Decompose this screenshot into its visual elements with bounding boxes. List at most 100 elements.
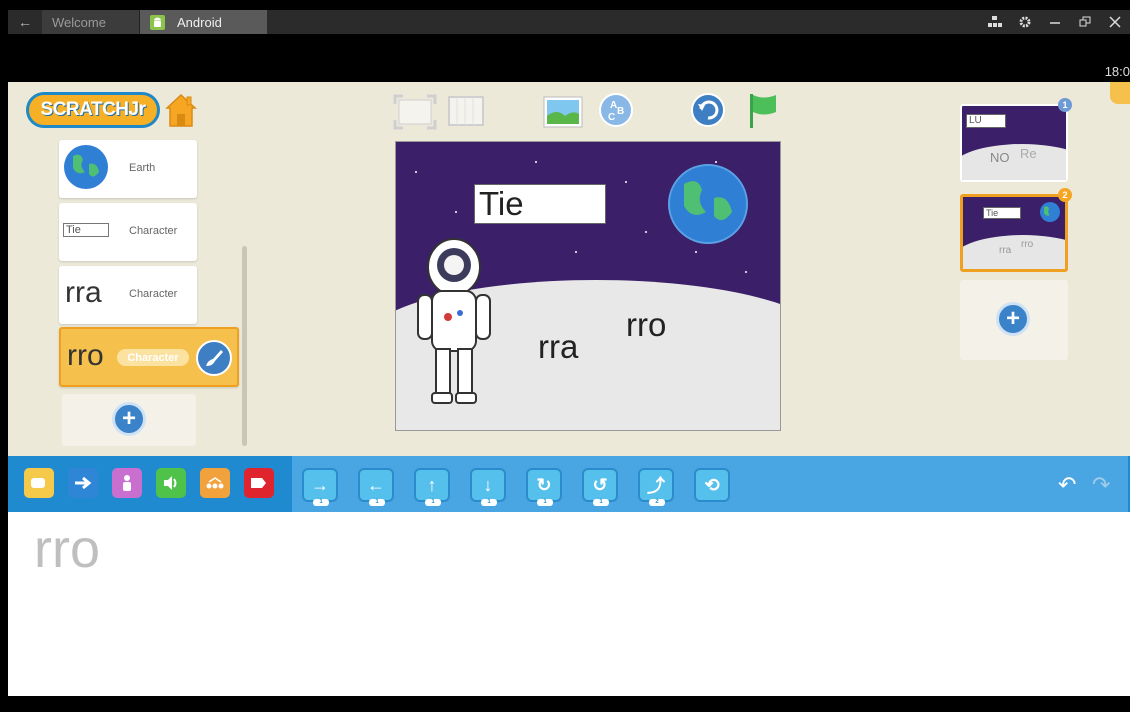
sprite-rro-label: Character <box>117 349 189 366</box>
turn-right-block[interactable]: ↻ 1 <box>526 468 562 506</box>
restore-icon[interactable] <box>1070 10 1100 34</box>
svg-text:B: B <box>617 106 624 117</box>
stage[interactable]: Tie rra rro <box>395 141 781 431</box>
add-sprite-button[interactable]: + <box>62 394 196 446</box>
move-left-count: 1 <box>369 499 385 506</box>
sprite-rro-selected[interactable]: rro Character <box>59 327 239 387</box>
move-down-block[interactable]: ↓ 1 <box>470 468 506 506</box>
page-2-text-rro: rro <box>1021 239 1034 250</box>
go-home-icon: ⟲ <box>704 474 720 495</box>
move-right-icon: → <box>311 474 329 495</box>
tab-android[interactable]: Android <box>140 10 267 34</box>
hop-icon: ⤴ <box>647 476 665 496</box>
page-number-1: 1 <box>1058 98 1072 112</box>
move-up-icon: ↑ <box>427 474 437 495</box>
stage-text-rra[interactable]: rra <box>538 328 578 366</box>
gear-icon[interactable] <box>1010 10 1040 34</box>
page-2-title: Tie <box>983 207 1021 219</box>
looks-category[interactable] <box>112 468 142 498</box>
page-2-moon <box>963 235 1065 269</box>
move-right-block[interactable]: → 1 <box>302 468 338 506</box>
script-sprite-name: rro <box>34 519 100 579</box>
move-down-icon: ↓ <box>483 474 493 495</box>
end-category[interactable] <box>244 468 274 498</box>
android-status-bar <box>8 34 1130 82</box>
redo-icon[interactable]: ↷ <box>1092 472 1110 498</box>
page-2-text-rra: rra <box>999 245 1012 256</box>
move-left-block[interactable]: ← 1 <box>358 468 394 506</box>
page-number-2: 2 <box>1058 188 1072 202</box>
page-1-moon <box>962 144 1066 180</box>
turn-right-count: 1 <box>537 499 553 506</box>
turn-left-icon: ↺ <box>592 474 608 495</box>
motion-category[interactable] <box>68 468 98 498</box>
screen: ← Welcome Android SCRATCHJr Earth Tie Ch… <box>0 0 1130 712</box>
move-up-block[interactable]: ↑ 1 <box>414 468 450 506</box>
grid-icon[interactable] <box>448 96 484 126</box>
scratchjr-logo: SCRATCHJr <box>26 92 160 128</box>
corner-tab[interactable] <box>1110 82 1130 104</box>
sound-category[interactable] <box>156 468 186 498</box>
scratchjr-app: SCRATCHJr Earth Tie Character rra Charac… <box>8 82 1130 696</box>
green-flag-icon[interactable] <box>746 92 780 130</box>
add-page-button[interactable]: + <box>960 280 1068 360</box>
move-up-count: 1 <box>425 499 441 506</box>
category-bar <box>8 456 290 512</box>
scripting-area[interactable]: rro <box>8 512 1130 696</box>
page-thumbnail-2-current[interactable]: Tie rra rro <box>960 194 1068 272</box>
astronaut-sprite[interactable] <box>408 237 500 407</box>
tab-welcome-label: Welcome <box>52 14 106 30</box>
stage-text-tie[interactable]: Tie <box>474 184 606 224</box>
back-icon[interactable]: ← <box>12 10 38 34</box>
change-background-icon[interactable] <box>543 96 583 128</box>
triggering-category[interactable] <box>24 468 54 498</box>
android-icon <box>150 14 165 30</box>
close-icon[interactable] <box>1100 10 1130 34</box>
sprite-earth-label: Earth <box>129 162 156 174</box>
sprite-tie-label: Character <box>129 225 178 237</box>
window-titlebar: ← Welcome Android <box>8 10 1130 34</box>
tab-android-label: Android <box>177 14 222 30</box>
turn-right-icon: ↻ <box>536 474 552 495</box>
hop-block[interactable]: ⤴ 2 <box>638 468 674 506</box>
status-clock: 18:0 <box>1104 64 1130 79</box>
sprite-list-scrollbar[interactable] <box>242 246 247 446</box>
move-right-count: 1 <box>313 499 329 506</box>
stage-text-rro[interactable]: rro <box>626 306 666 344</box>
full-screen-icon[interactable] <box>393 94 437 130</box>
add-text-icon[interactable]: A B C <box>598 92 634 128</box>
page-1-text-1: NO <box>990 150 1010 165</box>
reset-characters-icon[interactable] <box>690 92 726 128</box>
sprite-tie-preview: Tie <box>63 223 109 237</box>
motion-blocks: → 1 ← 1 ↑ 1 ↓ 1 ↻ 1 ↺ 1 ⤴ 2 ⟲ ↶ ↷ <box>292 456 1128 512</box>
sprite-rra[interactable]: rra Character <box>59 266 197 324</box>
hop-count: 2 <box>649 499 665 506</box>
sprite-rro-preview: rro <box>67 339 104 372</box>
turn-left-count: 1 <box>593 499 609 506</box>
plus-icon: + <box>996 302 1030 336</box>
sprite-rra-label: Character <box>129 288 178 300</box>
page-1-text-2: Re <box>1020 146 1037 161</box>
bottom-bar <box>0 696 1130 712</box>
page-thumbnail-1[interactable]: LU NO Re <box>960 104 1068 182</box>
undo-icon[interactable]: ↶ <box>1058 472 1076 498</box>
earth-sprite[interactable] <box>666 162 750 246</box>
turn-left-block[interactable]: ↺ 1 <box>582 468 618 506</box>
control-category[interactable] <box>200 468 230 498</box>
home-icon[interactable] <box>164 92 198 128</box>
sprite-tie[interactable]: Tie Character <box>59 203 197 261</box>
apps-icon[interactable] <box>980 10 1010 34</box>
svg-text:C: C <box>608 112 615 123</box>
block-palette: → 1 ← 1 ↑ 1 ↓ 1 ↻ 1 ↺ 1 ⤴ 2 ⟲ ↶ ↷ <box>8 456 1130 512</box>
page-1-title: LU <box>966 114 1006 128</box>
plus-icon: + <box>112 402 146 436</box>
move-down-count: 1 <box>481 499 497 506</box>
page-2-earth-icon <box>1040 202 1060 222</box>
go-home-block[interactable]: ⟲ <box>694 468 730 502</box>
minimize-icon[interactable] <box>1040 10 1070 34</box>
sprite-rra-preview: rra <box>65 276 102 309</box>
paint-editor-icon[interactable] <box>195 339 233 377</box>
earth-icon <box>64 145 108 189</box>
sprite-earth[interactable]: Earth <box>59 140 197 198</box>
tab-welcome[interactable]: Welcome <box>42 10 140 34</box>
